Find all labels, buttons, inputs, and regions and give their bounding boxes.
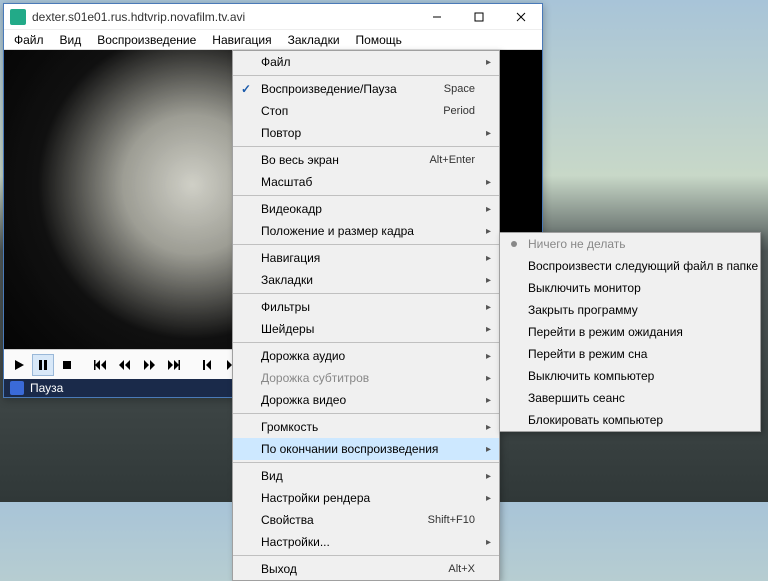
play-button[interactable] <box>8 354 30 376</box>
menu-item[interactable]: Шейдеры▸ <box>233 318 499 340</box>
menu-view[interactable]: Вид <box>52 31 90 49</box>
submenu-arrow-icon: ▸ <box>486 177 491 188</box>
submenu-arrow-icon: ▸ <box>486 471 491 482</box>
submenu-item[interactable]: Закрыть программу <box>500 299 760 321</box>
submenu-arrow-icon: ▸ <box>486 351 491 362</box>
window-title: dexter.s01e01.rus.hdtvrip.novafilm.tv.av… <box>32 10 416 24</box>
submenu-arrow-icon: ▸ <box>486 204 491 215</box>
menu-item[interactable]: Настройки...▸ <box>233 531 499 553</box>
menu-item[interactable]: Закладки▸ <box>233 269 499 291</box>
status-text: Пауза <box>30 381 63 395</box>
submenu-arrow-icon: ▸ <box>486 275 491 286</box>
submenu-arrow-icon: ▸ <box>486 226 491 237</box>
submenu-arrow-icon: ▸ <box>486 373 491 384</box>
shortcut-label: Shift+F10 <box>428 514 475 526</box>
app-icon <box>10 9 26 25</box>
menu-item[interactable]: Видеокадр▸ <box>233 198 499 220</box>
menu-nav[interactable]: Навигация <box>204 31 279 49</box>
menubar: Файл Вид Воспроизведение Навигация Закла… <box>4 30 542 50</box>
menu-item[interactable]: Во весь экранAlt+Enter <box>233 149 499 171</box>
context-menu: Файл▸Воспроизведение/Пауза✓SpaceСтопPeri… <box>232 50 500 581</box>
after-playback-submenu: Ничего не делатьВоспроизвести следующий … <box>499 232 761 432</box>
menu-item[interactable]: Файл▸ <box>233 51 499 73</box>
submenu-item[interactable]: Выключить компьютер <box>500 365 760 387</box>
menu-file[interactable]: Файл <box>6 31 52 49</box>
menu-item[interactable]: СтопPeriod <box>233 100 499 122</box>
step-back-button[interactable] <box>196 354 218 376</box>
menu-item[interactable]: Вид▸ <box>233 465 499 487</box>
submenu-item[interactable]: Перейти в режим ожидания <box>500 321 760 343</box>
menu-item[interactable]: Масштаб▸ <box>233 171 499 193</box>
menu-item[interactable]: ВыходAlt+X <box>233 558 499 580</box>
menu-help[interactable]: Помощь <box>348 31 410 49</box>
titlebar[interactable]: dexter.s01e01.rus.hdtvrip.novafilm.tv.av… <box>4 4 542 30</box>
menu-item[interactable]: Положение и размер кадра▸ <box>233 220 499 242</box>
submenu-item[interactable]: Ничего не делать <box>500 233 760 255</box>
submenu-item[interactable]: Воспроизвести следующий файл в папке <box>500 255 760 277</box>
radio-icon <box>511 241 517 247</box>
status-icon <box>10 381 24 395</box>
shortcut-label: Period <box>443 105 475 117</box>
menu-play[interactable]: Воспроизведение <box>89 31 204 49</box>
pause-button[interactable] <box>32 354 54 376</box>
shortcut-label: Alt+X <box>448 563 475 575</box>
close-button[interactable] <box>500 4 542 30</box>
rewind-button[interactable] <box>114 354 136 376</box>
submenu-arrow-icon: ▸ <box>486 537 491 548</box>
menu-item[interactable]: Навигация▸ <box>233 247 499 269</box>
shortcut-label: Alt+Enter <box>429 154 475 166</box>
forward-button[interactable] <box>138 354 160 376</box>
submenu-item[interactable]: Блокировать компьютер <box>500 409 760 431</box>
minimize-button[interactable] <box>416 4 458 30</box>
menu-item[interactable]: Дорожка аудио▸ <box>233 345 499 367</box>
menu-item[interactable]: СвойстваShift+F10 <box>233 509 499 531</box>
submenu-arrow-icon: ▸ <box>486 128 491 139</box>
menu-item[interactable]: Воспроизведение/Пауза✓Space <box>233 78 499 100</box>
submenu-item[interactable]: Выключить монитор <box>500 277 760 299</box>
skip-back-button[interactable] <box>90 354 112 376</box>
submenu-arrow-icon: ▸ <box>486 444 491 455</box>
submenu-arrow-icon: ▸ <box>486 57 491 68</box>
menu-item[interactable]: Настройки рендера▸ <box>233 487 499 509</box>
skip-forward-button[interactable] <box>162 354 184 376</box>
submenu-item[interactable]: Завершить сеанс <box>500 387 760 409</box>
shortcut-label: Space <box>444 83 475 95</box>
check-icon: ✓ <box>241 82 251 96</box>
maximize-button[interactable] <box>458 4 500 30</box>
menu-bookmarks[interactable]: Закладки <box>280 31 348 49</box>
submenu-arrow-icon: ▸ <box>486 422 491 433</box>
menu-item[interactable]: Фильтры▸ <box>233 296 499 318</box>
submenu-arrow-icon: ▸ <box>486 253 491 264</box>
submenu-arrow-icon: ▸ <box>486 324 491 335</box>
stop-button[interactable] <box>56 354 78 376</box>
menu-item[interactable]: По окончании воспроизведения▸ <box>233 438 499 460</box>
menu-item[interactable]: Дорожка видео▸ <box>233 389 499 411</box>
menu-item[interactable]: Повтор▸ <box>233 122 499 144</box>
menu-item: Дорожка субтитров▸ <box>233 367 499 389</box>
menu-item[interactable]: Громкость▸ <box>233 416 499 438</box>
submenu-arrow-icon: ▸ <box>486 395 491 406</box>
submenu-arrow-icon: ▸ <box>486 302 491 313</box>
submenu-item[interactable]: Перейти в режим сна <box>500 343 760 365</box>
